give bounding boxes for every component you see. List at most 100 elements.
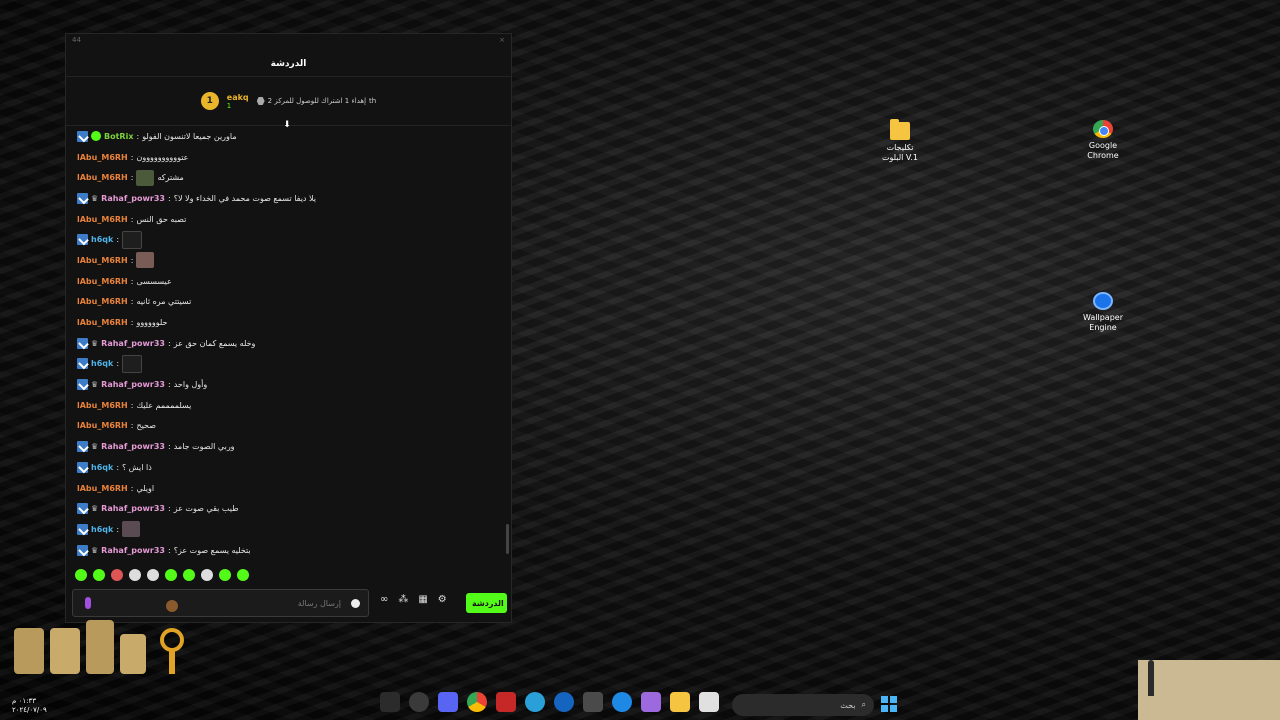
emote-icon[interactable] (201, 569, 213, 581)
clock-date: ٢٠٢٤/٠٧/٠٩ (12, 706, 47, 714)
chat-username[interactable]: Rahaf_powr33 (101, 194, 165, 203)
close-icon[interactable]: × (499, 36, 505, 50)
separator: : (168, 380, 171, 390)
chat-username[interactable]: lAbu_M6RH (77, 277, 128, 286)
obs-icon[interactable] (409, 692, 429, 712)
mcafee-icon[interactable] (496, 692, 516, 712)
discord-icon[interactable] (438, 692, 458, 712)
edge-icon[interactable] (612, 692, 632, 712)
chat-message-text: عيسسسى (136, 276, 172, 286)
window-icon[interactable] (699, 692, 719, 712)
infinity-icon[interactable]: ∞ (380, 594, 388, 605)
chat-username[interactable]: h6qk (91, 463, 113, 472)
emote-icon[interactable] (237, 569, 249, 581)
kick-badge-icon (77, 337, 88, 349)
desktop-icon-folder[interactable]: تكليجات البلوت V.1 (870, 119, 930, 163)
chat-message: ♛ Rahaf_powr33: طيب بقي صوت عز (66, 498, 511, 519)
emote-icon[interactable] (183, 569, 195, 581)
chat-username[interactable]: Rahaf_powr33 (101, 442, 165, 451)
copilot-icon[interactable] (641, 692, 661, 712)
emoji-icon[interactable] (351, 598, 360, 608)
folder-icon[interactable] (670, 692, 690, 712)
separator: : (116, 524, 120, 534)
chat-message: lAbu_M6RH: تسيتتي مره ثانيه (66, 292, 511, 313)
chat-message: lAbu_M6RH: تصبه حق النس (66, 209, 511, 230)
separator: : (130, 318, 134, 328)
kick-badge-icon (77, 130, 88, 142)
chat-message: BotRix: ماورين جميعا لاتنسون الفولو (66, 126, 511, 147)
chrome-icon[interactable] (467, 692, 487, 712)
share-icon[interactable]: ⁂ (398, 594, 408, 605)
chat-emote-image (136, 252, 155, 269)
send-button[interactable]: الدردشة (466, 593, 507, 613)
chat-emote-image (122, 354, 143, 373)
emote-icon[interactable] (93, 569, 105, 581)
tray-overlay-image (1138, 660, 1280, 720)
emote-icon[interactable] (165, 569, 177, 581)
chat-username[interactable]: Rahaf_powr33 (101, 380, 165, 389)
chat-username[interactable]: h6qk (91, 525, 113, 534)
emote-quick-bar (75, 569, 249, 581)
app-icon[interactable] (525, 692, 545, 712)
chat-username[interactable]: lAbu_M6RH (77, 297, 128, 306)
chat-message: h6qk: ذا ايش ؟ (66, 457, 511, 478)
chat-tools: ∞ ⁂ ▦ ⚙ (380, 594, 447, 605)
separator: : (130, 400, 134, 410)
chat-scrollbar[interactable] (506, 524, 509, 554)
chat-username[interactable]: lAbu_M6RH (77, 215, 128, 224)
wallpaper-engine-icon (1093, 292, 1113, 310)
chat-username[interactable]: lAbu_M6RH (77, 318, 128, 327)
chat-username[interactable]: lAbu_M6RH (77, 173, 128, 182)
chat-message: lAbu_M6RH: حلوووووو (66, 312, 511, 333)
clock[interactable]: ٠١:٣٣ م ٢٠٢٤/٠٧/٠٩ (12, 697, 47, 715)
taskbar-apps (380, 692, 719, 712)
chat-username[interactable]: Rahaf_powr33 (101, 504, 165, 513)
chat-messages: BotRix: ماورين جميعا لاتنسون الفولو lAbu_M… (66, 126, 511, 562)
settings-icon[interactable] (380, 692, 400, 712)
emote-icon[interactable] (111, 569, 123, 581)
store-icon[interactable]: ▦ (418, 594, 427, 605)
separator: : (130, 297, 134, 307)
kick-badge-icon (77, 503, 88, 515)
chat-username[interactable]: lAbu_M6RH (77, 401, 128, 410)
chat-titlebar: 44 × (66, 34, 511, 52)
separator: : (168, 442, 171, 452)
chat-message-text: يسلممممم عليك (136, 400, 192, 410)
chat-username[interactable]: Rahaf_powr33 (101, 339, 165, 348)
chat-username[interactable]: lAbu_M6RH (77, 153, 128, 162)
hp-icon[interactable] (554, 692, 574, 712)
chat-username[interactable]: h6qk (91, 359, 113, 368)
emote-icon[interactable] (219, 569, 231, 581)
chat-username[interactable]: lAbu_M6RH (77, 256, 128, 265)
separator: : (130, 483, 134, 493)
windows-start-icon[interactable] (881, 696, 897, 712)
emote-icon[interactable] (147, 569, 159, 581)
chat-username[interactable]: lAbu_M6RH (77, 484, 128, 493)
kick-badge-icon (77, 379, 88, 391)
desktop-icon-wallpaper-engine[interactable]: Wallpaper Engine (1073, 292, 1133, 333)
desktop-icon-label: Google (1088, 141, 1118, 150)
taskbar-search[interactable]: بحث ⌕ (732, 694, 874, 716)
desktop-icon-chrome[interactable]: Google Chrome (1073, 120, 1133, 161)
search-placeholder: بحث (840, 700, 856, 710)
emote-icon[interactable] (75, 569, 87, 581)
chat-message-text: حلوووووو (136, 318, 168, 328)
kick-badge-icon (77, 441, 88, 453)
chat-message: lAbu_M6RH: صحيح (66, 416, 511, 437)
gift-goal-banner[interactable]: 1 eakq 1 إهداء 1 اشتراك للوصول للمركز 2 … (66, 77, 511, 126)
emote-icon[interactable] (129, 569, 141, 581)
crown-icon: ♛ (91, 338, 99, 348)
clock-time: ٠١:٣٣ م (12, 697, 36, 705)
desktop-icon-label: Wallpaper (1082, 313, 1123, 322)
chat-username[interactable]: Rahaf_powr33 (101, 546, 165, 555)
chat-username[interactable]: BotRix (104, 132, 133, 141)
chat-username[interactable]: h6qk (91, 235, 113, 244)
chat-message-text: وربي الصوت جامد (173, 442, 235, 452)
chat-message-text: تصبه حق النس (136, 214, 187, 224)
gear-icon[interactable]: ⚙ (438, 594, 447, 605)
desktop-icon-label: البلوت V.1 (881, 153, 918, 162)
chat-username[interactable]: lAbu_M6RH (77, 421, 128, 430)
window-id: 44 (72, 36, 81, 44)
desktop-icon-label: Engine (1089, 323, 1117, 332)
store-icon[interactable] (583, 692, 603, 712)
